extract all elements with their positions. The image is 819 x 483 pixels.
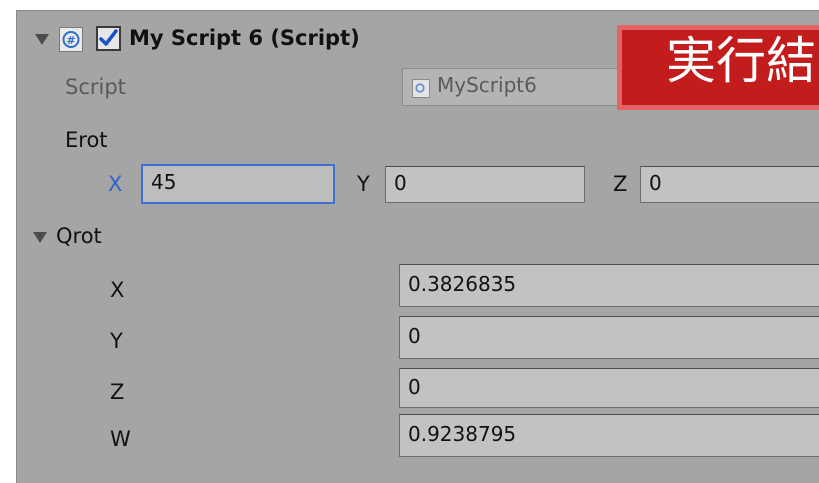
qrot-w-value: 0.9238795 — [408, 422, 517, 446]
erot-x-field[interactable]: 45 — [141, 164, 335, 204]
qrot-label[interactable]: Qrot — [56, 226, 102, 247]
caption-overlay-text: 実行結 — [666, 32, 816, 90]
erot-z-value: 0 — [649, 171, 662, 195]
erot-label: Erot — [65, 128, 108, 152]
erot-y-value: 0 — [394, 171, 407, 195]
erot-y-field[interactable]: 0 — [385, 166, 585, 203]
component-enabled-checkbox[interactable] — [96, 26, 121, 51]
erot-x-label[interactable]: X — [108, 174, 122, 195]
checkmark-icon — [99, 29, 118, 46]
qrot-y-label[interactable]: Y — [110, 331, 123, 352]
qrot-w-field[interactable]: 0.9238795 — [399, 414, 819, 457]
script-field-value: MyScript6 — [437, 73, 537, 97]
erot-y-label[interactable]: Y — [357, 174, 370, 195]
erot-z-label[interactable]: Z — [613, 174, 627, 195]
erot-x-value: 45 — [151, 170, 177, 194]
script-file-icon — [412, 79, 430, 98]
component-foldout-arrow[interactable] — [35, 34, 49, 45]
erot-z-field[interactable]: 0 — [640, 166, 819, 203]
script-object-field[interactable]: MyScript6 — [402, 68, 622, 106]
qrot-x-label[interactable]: X — [110, 280, 124, 301]
component-title: My Script 6 (Script) — [129, 26, 360, 50]
script-label: Script — [65, 75, 126, 99]
caption-overlay: 実行結 — [617, 25, 819, 110]
qrot-z-value: 0 — [408, 375, 421, 399]
csharp-script-icon: # — [59, 27, 83, 52]
qrot-z-field[interactable]: 0 — [399, 368, 819, 408]
qrot-y-value: 0 — [408, 324, 421, 348]
qrot-z-label[interactable]: Z — [110, 382, 124, 403]
qrot-foldout-arrow[interactable] — [33, 232, 47, 243]
qrot-w-label[interactable]: W — [110, 429, 131, 450]
qrot-x-value: 0.3826835 — [408, 272, 517, 296]
qrot-y-field[interactable]: 0 — [399, 316, 819, 359]
qrot-x-field[interactable]: 0.3826835 — [399, 264, 819, 307]
svg-text:#: # — [66, 34, 75, 47]
